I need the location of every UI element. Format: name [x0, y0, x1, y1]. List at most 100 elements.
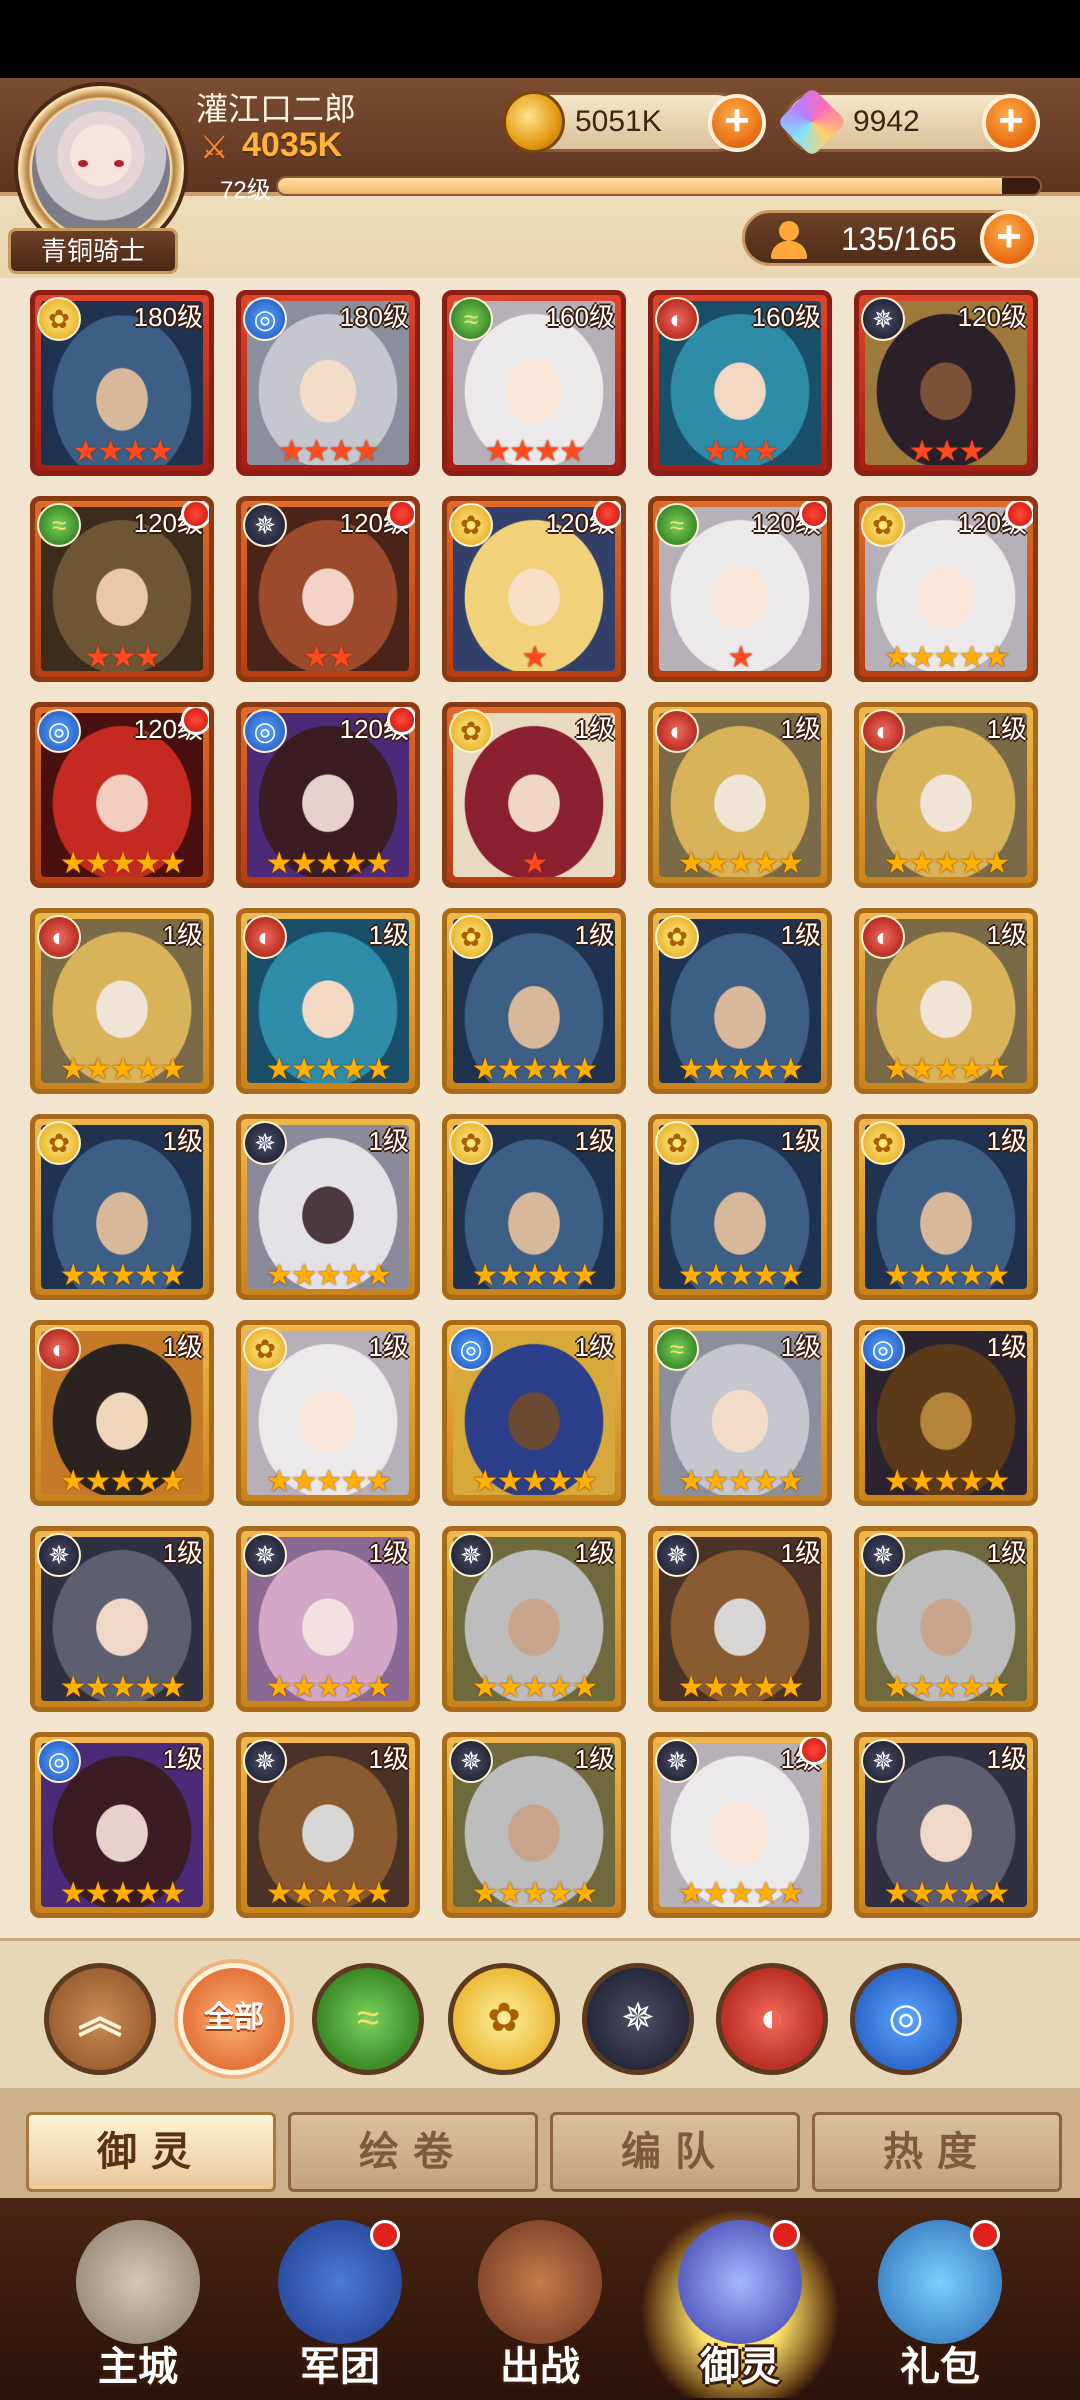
star-rating: ★★★ — [908, 435, 986, 468]
hero-card[interactable]: ◐ 1级 ★★★★★ — [854, 908, 1038, 1094]
filter-dark-star-icon[interactable]: ✵ — [582, 1963, 694, 2075]
star-rating: ★★★★★ — [265, 847, 392, 880]
nav-legion[interactable]: 军团 — [240, 2208, 440, 2398]
hero-card[interactable]: ✵ 1级 ★★★★★ — [854, 1526, 1038, 1712]
hero-card[interactable]: ✿ 1级 ★★★★★ — [236, 1320, 420, 1506]
expand-capacity-button[interactable]: + — [980, 210, 1038, 268]
hero-card[interactable]: ◎ 1级 ★★★★★ — [442, 1320, 626, 1506]
hero-card[interactable]: ✿ 1级 ★★★★★ — [648, 1114, 832, 1300]
star-rating: ★★★★★ — [265, 1465, 392, 1498]
tab-gallery[interactable]: 绘卷 — [288, 2112, 538, 2192]
hero-card[interactable]: ✵ 1级 ★★★★★ — [854, 1732, 1038, 1918]
star-rating: ★★★★ — [72, 435, 174, 468]
hero-card[interactable]: ✵ 1级 ★★★★★ — [648, 1732, 832, 1918]
filter-rose-icon[interactable]: ✿ — [448, 1963, 560, 2075]
avatar-eye — [114, 160, 124, 167]
add-gold-button[interactable]: + — [708, 94, 766, 152]
hero-card[interactable]: ✿ 1级 ★★★★★ — [854, 1114, 1038, 1300]
hero-level: 1级 — [162, 1332, 203, 1362]
hero-card[interactable]: ≈160级 ★★★★ — [442, 290, 626, 476]
nav-battle[interactable]: 出战 — [440, 2208, 640, 2398]
hero-card[interactable]: ✵ 120级 ★★★ — [854, 290, 1038, 476]
hero-card[interactable]: ✵ 1级 ★★★★★ — [236, 1526, 420, 1712]
hero-card[interactable]: ✵ 1级 ★★★★★ — [236, 1114, 420, 1300]
status-bar — [0, 0, 1080, 78]
hero-level: 1级 — [574, 714, 615, 744]
star-rating: ★★★★★ — [59, 1259, 186, 1292]
hero-card[interactable]: ◎ 120级 ★★★★★ — [30, 702, 214, 888]
avatar[interactable] — [32, 100, 170, 238]
hero-card[interactable]: ≈120级 ★★★ — [30, 496, 214, 682]
hero-level: 1级 — [986, 1744, 1027, 1774]
hero-card[interactable]: ◎ 180级 ★★★★ — [236, 290, 420, 476]
star-rating: ★★★★★ — [471, 1053, 598, 1086]
element-red-icon: ◐ — [861, 915, 905, 959]
element-green-icon: ≈ — [37, 503, 81, 547]
tab-spirits[interactable]: 御灵 — [26, 2112, 276, 2192]
filter-wind-icon[interactable]: ≈ — [312, 1963, 424, 2075]
nav-main-city[interactable]: 主城 — [38, 2208, 238, 2398]
star-rating: ★★★★★ — [471, 1465, 598, 1498]
nav-gift-pack[interactable]: 礼包 — [840, 2208, 1040, 2398]
star-rating: ★★★★★ — [471, 1259, 598, 1292]
hero-card[interactable]: ✿ 180级 ★★★★ — [30, 290, 214, 476]
hero-card[interactable]: ◐ 1级 ★★★★★ — [30, 1320, 214, 1506]
hero-card[interactable]: ✿ 1级 ★ — [442, 702, 626, 888]
hero-card[interactable]: ✵ 1级 ★★★★★ — [648, 1526, 832, 1712]
element-blue-icon: ◎ — [37, 709, 81, 753]
hero-card[interactable]: ✵ 120级 ★★ — [236, 496, 420, 682]
tab-formation[interactable]: 编队 — [550, 2112, 800, 2192]
hero-card[interactable]: ◐ 1级 ★★★★★ — [648, 702, 832, 888]
hero-card[interactable]: ◎ 120级 ★★★★★ — [236, 702, 420, 888]
hero-card[interactable]: ≈1级 ★★★★★ — [648, 1320, 832, 1506]
hero-card[interactable]: ◐ 1级 ★★★★★ — [30, 908, 214, 1094]
gem-amount: 9942 — [853, 105, 920, 138]
hero-card[interactable]: ◐ 160级 ★★★ — [648, 290, 832, 476]
element-gold-icon: ✿ — [655, 1121, 699, 1165]
chevron-up-icon[interactable]: ︽ — [44, 1963, 156, 2075]
nav-spirits[interactable]: 御灵 — [640, 2208, 840, 2398]
element-green-icon: ≈ — [449, 297, 493, 341]
hero-card[interactable]: ✿ 1级 ★★★★★ — [30, 1114, 214, 1300]
hero-card[interactable]: ✿ 1级 ★★★★★ — [442, 908, 626, 1094]
hero-card[interactable]: ◎ 1级 ★★★★★ — [30, 1732, 214, 1918]
person-icon — [771, 221, 807, 259]
hero-card[interactable]: ✿ 1级 ★★★★★ — [442, 1114, 626, 1300]
element-dark-icon: ✵ — [861, 1739, 905, 1783]
player-header: 青铜骑士 灌江口二郎 ⚔ 4035K 72级 5051K + 9942 + 13… — [0, 78, 1080, 278]
hero-level: 1级 — [368, 1332, 409, 1362]
filter-fire-icon[interactable]: ◐ — [716, 1963, 828, 2075]
hero-card[interactable]: ✿ 1级 ★★★★★ — [648, 908, 832, 1094]
hero-level: 1级 — [780, 1332, 821, 1362]
element-gold-icon: ✿ — [655, 915, 699, 959]
hero-card[interactable]: ◎ 1级 ★★★★★ — [854, 1320, 1038, 1506]
element-dark-icon: ✵ — [861, 297, 905, 341]
star-rating: ★★★★★ — [883, 1671, 1010, 1704]
hero-card[interactable]: ✵ 1级 ★★★★★ — [236, 1732, 420, 1918]
hero-level: 1级 — [368, 920, 409, 950]
add-gems-button[interactable]: + — [982, 94, 1040, 152]
star-rating: ★★★★★ — [59, 1465, 186, 1498]
star-rating: ★★★★★ — [265, 1259, 392, 1292]
element-dark-icon: ✵ — [655, 1739, 699, 1783]
hero-level: 1级 — [780, 1126, 821, 1156]
hero-card[interactable]: ◐ 1级 ★★★★★ — [236, 908, 420, 1094]
hero-card[interactable]: ◐ 1级 ★★★★★ — [854, 702, 1038, 888]
element-gold-icon: ✿ — [37, 1121, 81, 1165]
sub-tab-bar: 御灵 绘卷 编队 热度 — [0, 2088, 1080, 2198]
hero-grid[interactable]: ✿ 180级 ★★★★ ◎ 180级 ★★★★ ≈160级 ★★★★ ◐ 160级 ★★★ ✵ 120级… — [0, 278, 1080, 1938]
filter-all-button[interactable]: 全部 — [178, 1963, 290, 2075]
hero-card[interactable]: ✿ 120级 ★★★★★ — [854, 496, 1038, 682]
hero-card[interactable]: ✵ 1级 ★★★★★ — [442, 1732, 626, 1918]
hero-card[interactable]: ✵ 1级 ★★★★★ — [30, 1526, 214, 1712]
hero-card[interactable]: ✵ 1级 ★★★★★ — [442, 1526, 626, 1712]
notification-dot — [181, 707, 209, 735]
tab-popularity[interactable]: 热度 — [812, 2112, 1062, 2192]
hero-card[interactable]: ≈120级 ★ — [648, 496, 832, 682]
hero-card[interactable]: ✿ 120级 ★ — [442, 496, 626, 682]
bottom-navigation: 主城 军团 出战 御灵 礼包 — [0, 2198, 1080, 2400]
star-rating: ★★★★★ — [677, 1259, 804, 1292]
element-red-icon: ◐ — [861, 709, 905, 753]
filter-water-icon[interactable]: ◎ — [850, 1963, 962, 2075]
element-dark-icon: ✵ — [449, 1739, 493, 1783]
